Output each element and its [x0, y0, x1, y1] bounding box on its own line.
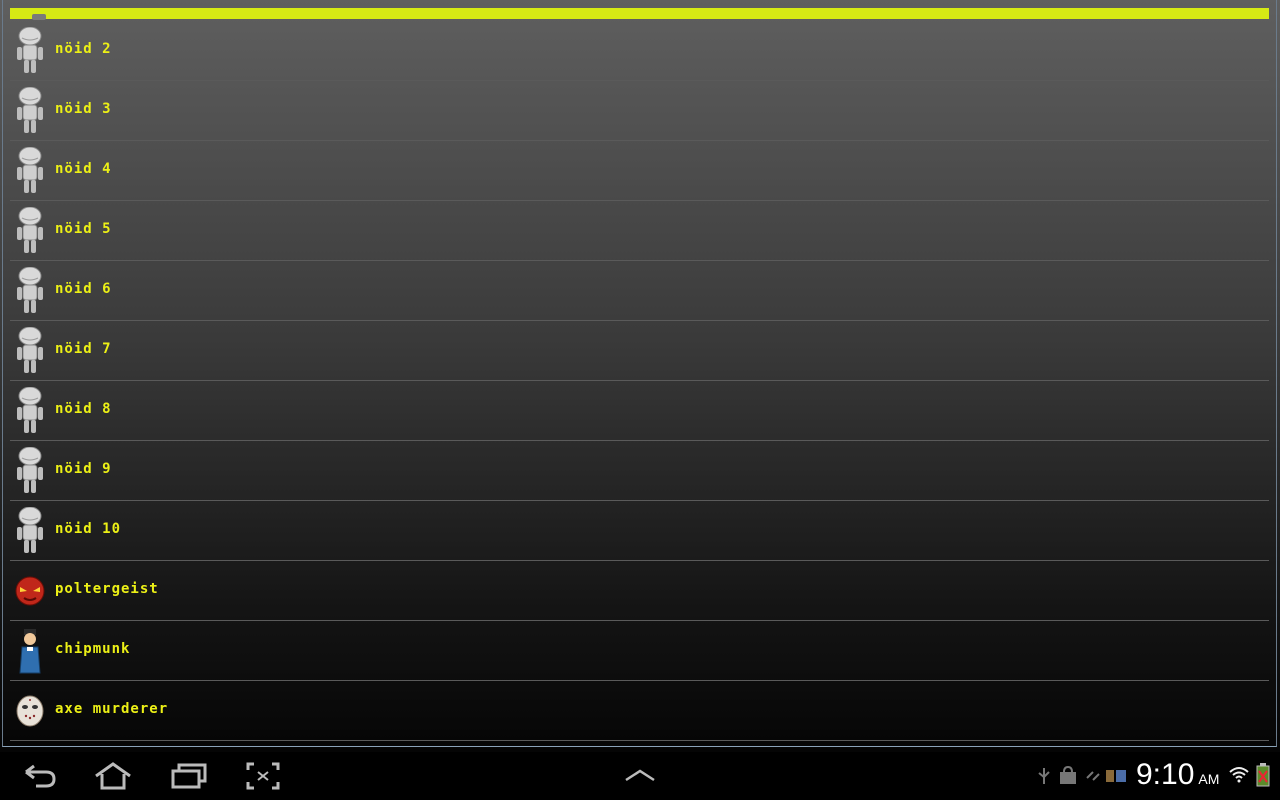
- back-icon[interactable]: [22, 762, 58, 790]
- item-label: nöid 9: [55, 461, 112, 477]
- robot-icon: [17, 87, 43, 133]
- status-clock: 9:10 AM: [1136, 758, 1219, 792]
- list-item[interactable]: poltergeist: [10, 561, 1269, 621]
- item-label: nöid 3: [55, 101, 112, 117]
- list-item[interactable]: nöid 4: [10, 141, 1269, 201]
- shopping-bag-icon: [1060, 766, 1076, 784]
- robot-icon: [17, 507, 43, 553]
- list-item[interactable]: nöid 7: [10, 321, 1269, 381]
- clock-time: 9:10: [1136, 758, 1195, 791]
- player-list: nöid 2 nöid 3 nöid 4 nöid 5 nöid 6 nöid …: [10, 21, 1269, 741]
- clock-ampm: AM: [1198, 771, 1220, 787]
- header-bar: [10, 8, 1269, 20]
- hockey-mask-icon: [16, 695, 44, 727]
- robot-icon: [17, 447, 43, 493]
- item-label: nöid 2: [55, 41, 112, 57]
- screenshot-icon[interactable]: [246, 762, 280, 790]
- app-window: nöid 2 nöid 3 nöid 4 nöid 5 nöid 6 nöid …: [0, 0, 1280, 752]
- usb-icon: [1038, 768, 1050, 784]
- item-label: nöid 5: [55, 221, 112, 237]
- item-label: nöid 6: [55, 281, 112, 297]
- item-label: nöid 7: [55, 341, 112, 357]
- sync-icon: [1086, 771, 1100, 781]
- item-label: nöid 10: [55, 521, 122, 537]
- robot-icon: [17, 207, 43, 253]
- recent-apps-icon[interactable]: [170, 762, 208, 790]
- media-icon: [1106, 770, 1126, 782]
- list-item[interactable]: nöid 5: [10, 201, 1269, 261]
- list-item[interactable]: nöid 6: [10, 261, 1269, 321]
- list-item[interactable]: nöid 10: [10, 501, 1269, 561]
- character-icon: [19, 629, 41, 674]
- list-item[interactable]: nöid 8: [10, 381, 1269, 441]
- robot-icon: [17, 267, 43, 313]
- home-icon[interactable]: [93, 762, 133, 790]
- item-label: nöid 4: [55, 161, 112, 177]
- item-label: axe murderer: [55, 701, 169, 717]
- list-item[interactable]: nöid 2: [10, 21, 1269, 81]
- list-item[interactable]: chipmunk: [10, 621, 1269, 681]
- header-icon: [32, 14, 46, 20]
- wifi-icon: [1229, 767, 1249, 783]
- battery-icon: [1256, 763, 1270, 787]
- devil-face-icon: [15, 576, 45, 606]
- list-item[interactable]: nöid 9: [10, 441, 1269, 501]
- item-label: poltergeist: [55, 581, 159, 597]
- robot-icon: [17, 327, 43, 373]
- robot-icon: [17, 147, 43, 193]
- robot-icon: [17, 27, 43, 73]
- list-item[interactable]: axe murderer: [10, 681, 1269, 741]
- list-item[interactable]: nöid 3: [10, 81, 1269, 141]
- robot-icon: [17, 387, 43, 433]
- up-chevron-icon[interactable]: [623, 768, 657, 782]
- item-label: chipmunk: [55, 641, 131, 657]
- item-label: nöid 8: [55, 401, 112, 417]
